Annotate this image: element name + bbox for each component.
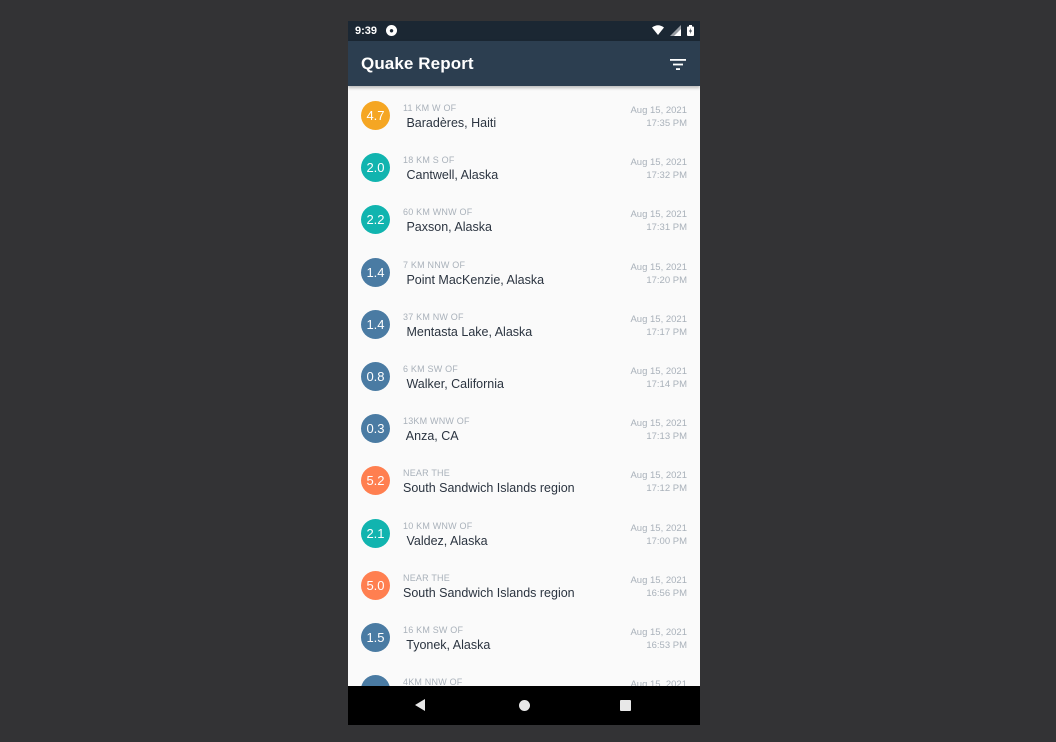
navigation-bar <box>348 686 700 725</box>
list-item[interactable]: 5.2 NEAR THE South Sandwich Islands region… <box>348 451 700 503</box>
quake-time: 17:35 PM <box>646 118 687 129</box>
location-offset: 60 KM WNW OF <box>403 207 473 218</box>
location-offset: 13KM WNW OF <box>403 416 470 427</box>
quake-time: 17:17 PM <box>646 326 687 338</box>
quake-time: 16:56 PM <box>646 587 687 599</box>
filter-icon <box>670 58 686 70</box>
primary-location: Walker, California <box>403 377 504 391</box>
quake-time: 17:32 PM <box>646 170 687 182</box>
magnitude-circle <box>361 675 390 686</box>
quake-date: Aug 15, 2021 <box>630 470 687 482</box>
wifi-icon <box>651 25 664 39</box>
quake-date: Aug 15, 2021 <box>630 261 687 273</box>
earthquake-list[interactable]: 4.7 11 KM W OF Baradères, Haiti Aug 15, 20… <box>348 86 700 686</box>
system-icons <box>649 25 694 39</box>
primary-location: Mentasta Lake, Alaska <box>403 324 533 339</box>
recents-button[interactable] <box>620 700 631 711</box>
quake-date: Aug 15, 2021 <box>630 366 687 377</box>
primary-location: Point MacKenzie, Alaska <box>403 272 545 287</box>
magnitude-circle: 4.7 <box>361 101 390 130</box>
quake-date: Aug 15, 2021 <box>630 313 687 325</box>
phone-screen: 9:39 ● Quake Report 4.7 11 KM W OF Baradè… <box>348 21 700 725</box>
list-item[interactable]: 4KM NNW OF Aug 15, 2021 <box>348 660 700 686</box>
quake-date: Aug 15, 2021 <box>630 418 687 430</box>
location-offset: 7 KM NNW OF <box>403 259 466 270</box>
quake-date: Aug 15, 2021 <box>630 105 687 116</box>
quake-time: 17:14 PM <box>646 379 687 390</box>
quake-time: 17:20 PM <box>646 274 687 286</box>
list-item[interactable]: 2.0 18 KM S OF Cantwell, Alaska Aug 15, 20… <box>348 138 700 190</box>
primary-location: Anza, CA <box>403 429 459 444</box>
quake-time: 17:12 PM <box>646 483 687 495</box>
list-item[interactable]: 5.0 NEAR THE South Sandwich Islands region… <box>348 556 700 608</box>
magnitude-circle: 2.0 <box>361 153 390 183</box>
magnitude-circle: 1.4 <box>361 309 390 339</box>
magnitude-circle: 5.2 <box>361 466 390 496</box>
quake-date: Aug 15, 2021 <box>630 522 687 534</box>
back-button[interactable] <box>414 698 426 717</box>
location-offset: NEAR THE <box>403 468 450 479</box>
primary-location: Valdez, Alaska <box>403 533 488 548</box>
status-time: 9:39 <box>355 25 378 37</box>
list-item[interactable]: 2.2 60 KM WNW OF Paxson, Alaska Aug 15, 20… <box>348 190 700 242</box>
primary-location: South Sandwich Islands region <box>403 481 575 496</box>
list-item[interactable]: 0.3 13KM WNW OF Anza, CA Aug 15, 2021 17:13… <box>348 399 700 451</box>
location-offset: 18 KM S OF <box>403 155 455 166</box>
quake-time: 17:13 PM <box>646 431 687 443</box>
location-offset: 37 KM NW OF <box>403 311 464 322</box>
quake-date: Aug 15, 2021 <box>630 627 687 638</box>
magnitude-circle: 5.0 <box>361 570 390 600</box>
location-offset: 11 KM W OF <box>403 103 457 113</box>
battery-icon <box>687 25 694 39</box>
primary-location: Baradères, Haiti <box>403 116 497 130</box>
list-item[interactable]: 1.4 37 KM NW OF Mentasta Lake, Alaska Aug … <box>348 295 700 347</box>
quake-date: Aug 15, 2021 <box>630 679 687 686</box>
location-offset: 10 KM WNW OF <box>403 520 473 531</box>
magnitude-circle: 2.2 <box>361 205 390 235</box>
primary-location: Tyonek, Alaska <box>403 638 491 652</box>
filter-button[interactable] <box>664 51 692 77</box>
list-item[interactable]: 4.7 11 KM W OF Baradères, Haiti Aug 15, 20… <box>348 86 700 138</box>
primary-location: South Sandwich Islands region <box>403 585 575 600</box>
quake-time: 17:31 PM <box>646 222 687 234</box>
quake-date: Aug 15, 2021 <box>630 157 687 169</box>
list-item[interactable]: 1.5 16 KM SW OF Tyonek, Alaska Aug 15, 202… <box>348 608 700 660</box>
cell-signal-icon <box>669 25 681 39</box>
location-offset: 16 KM SW OF <box>403 625 464 635</box>
location-offset: 4KM NNW OF <box>403 677 463 686</box>
list-item[interactable]: 2.1 10 KM WNW OF Valdez, Alaska Aug 15, 20… <box>348 504 700 556</box>
primary-location: Paxson, Alaska <box>403 220 492 235</box>
app-bar: Quake Report <box>348 41 700 86</box>
quake-time: 16:53 PM <box>646 640 687 651</box>
magnitude-circle: 1.4 <box>361 257 390 287</box>
magnitude-circle: 2.1 <box>361 518 390 548</box>
game-controller-icon: ● <box>386 25 397 36</box>
location-offset: 6 KM SW OF <box>403 364 459 374</box>
quake-time: 17:00 PM <box>646 535 687 547</box>
location-offset: NEAR THE <box>403 572 450 583</box>
home-button[interactable] <box>519 700 530 711</box>
magnitude-circle: 1.5 <box>361 623 390 652</box>
list-item[interactable]: 1.4 7 KM NNW OF Point MacKenzie, Alaska Au… <box>348 243 700 295</box>
app-title: Quake Report <box>361 54 474 73</box>
quake-date: Aug 15, 2021 <box>630 574 687 586</box>
magnitude-circle: 0.8 <box>361 362 390 391</box>
quake-date: Aug 15, 2021 <box>630 209 687 221</box>
list-item[interactable]: 0.8 6 KM SW OF Walker, California Aug 15, … <box>348 347 700 399</box>
back-triangle-icon <box>415 699 425 711</box>
status-bar: 9:39 ● <box>348 21 700 41</box>
magnitude-circle: 0.3 <box>361 414 390 444</box>
primary-location: Cantwell, Alaska <box>403 168 499 183</box>
